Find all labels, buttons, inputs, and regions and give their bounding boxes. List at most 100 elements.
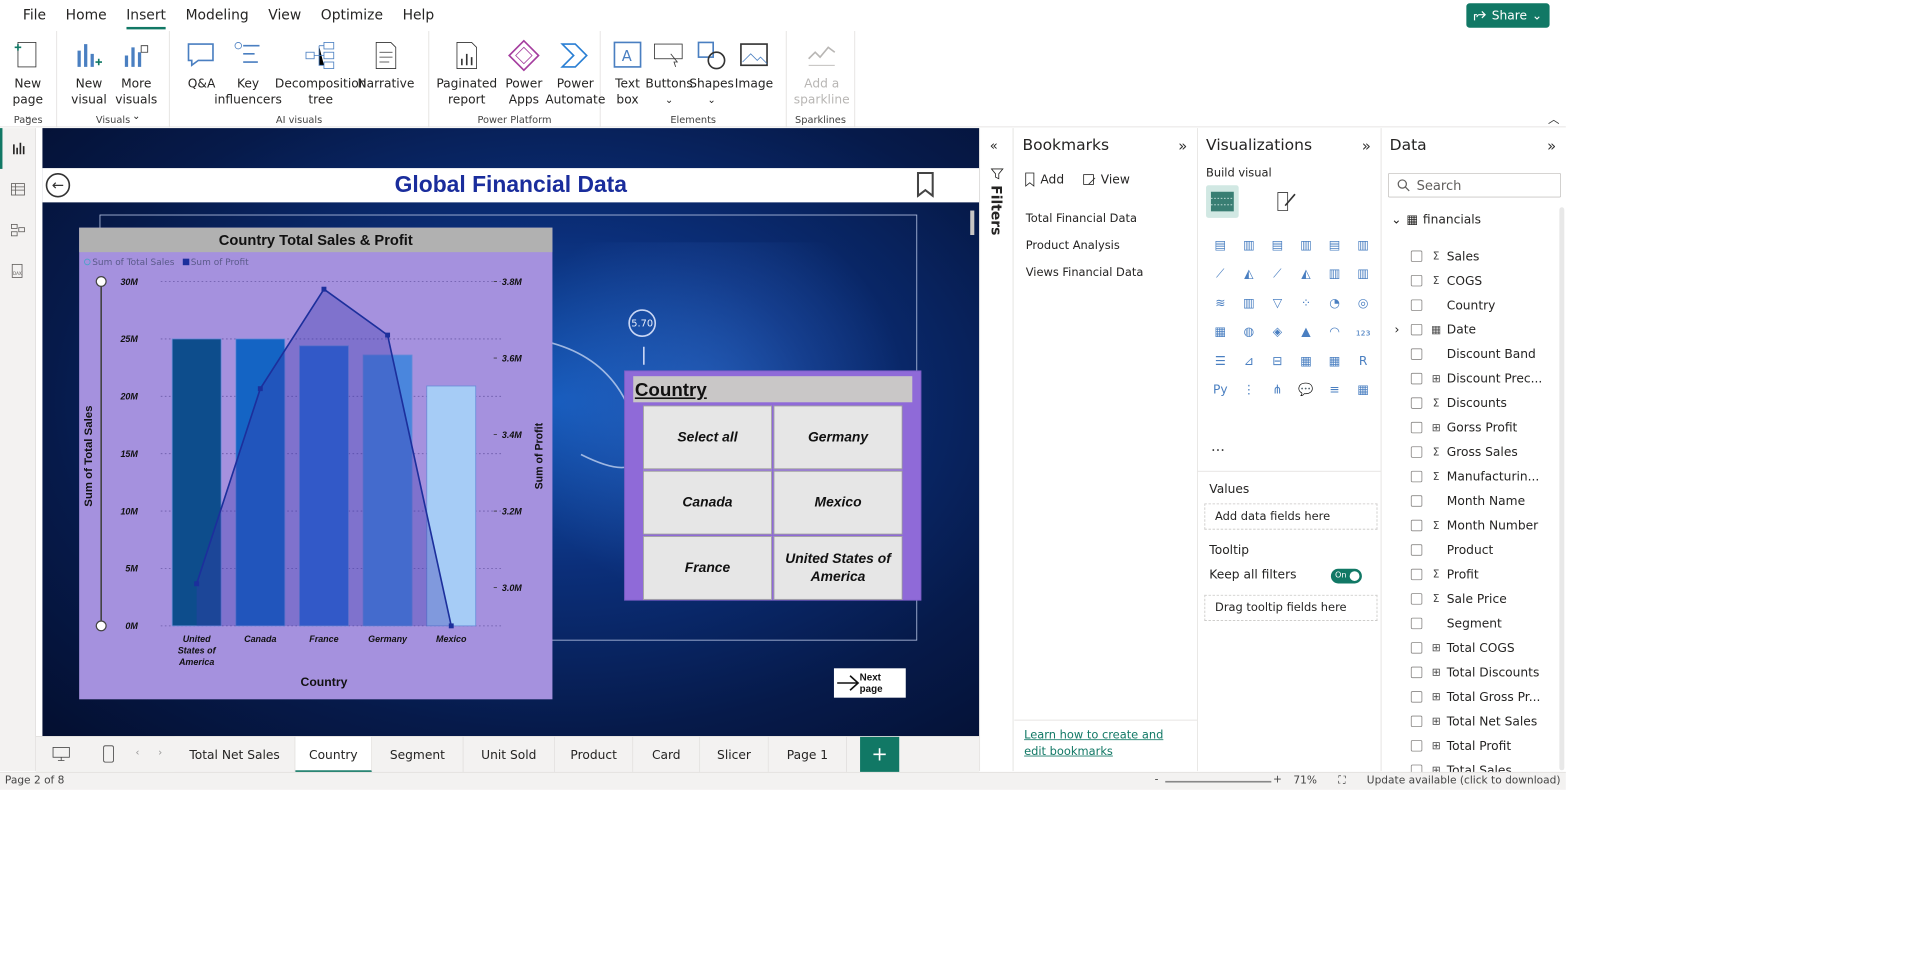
add-page-button[interactable]: + — [860, 736, 900, 773]
donut-visual-icon[interactable]: ◎ — [1349, 288, 1378, 317]
field-total-discounts[interactable]: ⊞ Total Discounts — [1395, 660, 1539, 684]
scroll-tabs-left-icon[interactable]: ‹ — [135, 747, 139, 758]
field-date[interactable]: › ▦ Date — [1395, 317, 1476, 341]
more-visuals-icon[interactable]: ··· — [1211, 442, 1225, 459]
field-month-name[interactable]: Month Name — [1395, 489, 1525, 513]
page-tab-product[interactable]: Product — [554, 736, 634, 773]
paginated-visual-icon[interactable]: ▦ — [1349, 375, 1378, 404]
table-visual-icon[interactable]: ▦ — [1292, 346, 1321, 375]
page-tab-card[interactable]: Card — [633, 736, 701, 773]
field-checkbox[interactable] — [1410, 323, 1423, 336]
kpi-visual-icon[interactable]: ⊿ — [1235, 346, 1264, 375]
line-stacked-column-visual-icon[interactable]: ▥ — [1320, 259, 1349, 288]
format-visual-tab[interactable] — [1270, 185, 1303, 218]
field-checkbox[interactable] — [1410, 519, 1423, 532]
python-visual-icon[interactable]: Py — [1206, 375, 1235, 404]
field-discounts[interactable]: Σ Discounts — [1395, 391, 1507, 415]
power-apps-button[interactable]: Power Apps — [499, 39, 548, 108]
clustered-bar-visual-icon[interactable]: ▤ — [1263, 230, 1292, 259]
field-total-gross-pr[interactable]: ⊞ Total Gross Pr... — [1395, 685, 1540, 709]
combo-chart[interactable]: Country Total Sales & Profit Sum of Tota… — [79, 227, 553, 700]
field-checkbox[interactable] — [1410, 470, 1423, 483]
slicer-visual-icon[interactable]: ⊟ — [1263, 346, 1292, 375]
ribbon-visual-icon[interactable]: ≋ — [1206, 288, 1235, 317]
field-checkbox[interactable] — [1410, 397, 1423, 409]
narrative-button[interactable]: Narrative — [357, 39, 414, 91]
field-discount-band[interactable]: Discount Band — [1395, 342, 1536, 366]
view-bookmarks-button[interactable]: View — [1083, 172, 1130, 187]
dax-query-view-icon[interactable]: DAX — [0, 251, 36, 292]
menu-view[interactable]: View — [258, 0, 311, 31]
scatter-visual-icon[interactable]: ⁘ — [1292, 288, 1321, 317]
next-page-button[interactable]: Next page — [833, 668, 906, 698]
gauge-visual-icon[interactable]: ◠ — [1320, 317, 1349, 346]
bookmark-icon[interactable] — [916, 171, 934, 198]
treemap-visual-icon[interactable]: ▦ — [1206, 317, 1235, 346]
decomposition-tree-button[interactable]: Decomposition tree — [275, 39, 366, 108]
field-checkbox[interactable] — [1410, 544, 1423, 556]
field-segment[interactable]: Segment — [1395, 611, 1502, 635]
build-visual-tab[interactable] — [1206, 185, 1239, 218]
field-checkbox[interactable] — [1410, 740, 1423, 752]
buttons-button[interactable]: Buttons ⌄ — [645, 39, 693, 108]
field-total-cogs[interactable]: ⊞ Total COGS — [1395, 636, 1515, 660]
zoom-out-icon[interactable]: - — [1155, 774, 1159, 786]
clustered-column-visual-icon[interactable]: ▥ — [1292, 230, 1321, 259]
collapse-visualizations-icon[interactable]: » — [1362, 138, 1371, 155]
field-gross-sales[interactable]: Σ Gross Sales — [1395, 440, 1518, 464]
field-total-profit[interactable]: ⊞ Total Profit — [1395, 734, 1511, 758]
waterfall-visual-icon[interactable]: ▥ — [1235, 288, 1264, 317]
field-checkbox[interactable] — [1410, 691, 1423, 703]
key-influencers-visual-icon[interactable]: ⋮ — [1235, 375, 1264, 404]
menu-modeling[interactable]: Modeling — [176, 0, 259, 31]
stacked-column-visual-icon[interactable]: ▥ — [1235, 230, 1264, 259]
report-canvas[interactable]: ← Global Financial Data 5.70 Country Tot… — [42, 128, 980, 737]
field-profit[interactable]: Σ Profit — [1395, 562, 1479, 586]
stacked-area-visual-icon[interactable]: ⟋ — [1263, 259, 1292, 288]
zoom-slider[interactable] — [1165, 780, 1272, 783]
power-automate-button[interactable]: Power Automate — [545, 39, 605, 108]
smart-narrative-visual-icon[interactable]: ≡ — [1320, 375, 1349, 404]
expand-filters-icon[interactable]: « — [990, 138, 998, 154]
field-checkbox[interactable] — [1410, 593, 1423, 605]
field-checkbox[interactable] — [1410, 666, 1423, 679]
field-checkbox[interactable] — [1410, 250, 1423, 262]
filled-map-visual-icon[interactable]: ◈ — [1263, 317, 1292, 346]
field-checkbox[interactable] — [1410, 348, 1423, 360]
field-total-net-sales[interactable]: ⊞ Total Net Sales — [1395, 709, 1537, 733]
filters-pane[interactable]: « Filters — [979, 128, 1014, 772]
page-tab-segment[interactable]: Segment — [372, 736, 464, 773]
100-stacked-area-visual-icon[interactable]: ◭ — [1292, 259, 1321, 288]
field-product[interactable]: Product — [1395, 538, 1493, 562]
collapse-ribbon-icon[interactable]: ︿ — [1548, 111, 1559, 127]
menu-help[interactable]: Help — [393, 0, 444, 31]
collapse-bookmarks-icon[interactable]: » — [1178, 138, 1187, 155]
100-stacked-column-visual-icon[interactable]: ▥ — [1349, 230, 1378, 259]
field-checkbox[interactable] — [1410, 421, 1423, 434]
field-country[interactable]: Country — [1395, 293, 1495, 317]
page-tab-unit-sold[interactable]: Unit Sold — [463, 736, 555, 773]
desktop-layout-icon[interactable] — [52, 747, 70, 765]
table-financials[interactable]: ⌄ ▦ financials — [1391, 207, 1481, 231]
new-visual-button[interactable]: New visual — [65, 39, 112, 108]
azure-map-visual-icon[interactable]: ▲ — [1292, 317, 1321, 346]
values-drop-field[interactable]: Add data fields here — [1204, 503, 1378, 530]
chevron-right-icon[interactable]: › — [1395, 322, 1405, 337]
slicer-option-canada[interactable]: Canada — [643, 470, 772, 535]
area-visual-icon[interactable]: ◭ — [1235, 259, 1264, 288]
update-available-link[interactable]: Update available (click to download) — [1367, 774, 1561, 786]
menu-optimize[interactable]: Optimize — [311, 0, 393, 31]
bookmark-item-views-financial-data[interactable]: Views Financial Data — [1026, 266, 1144, 279]
page-tab-page-1[interactable]: Page 1 — [768, 736, 848, 773]
field-manufacturin[interactable]: Σ Manufacturin... — [1395, 464, 1539, 488]
map-visual-icon[interactable]: ◍ — [1235, 317, 1264, 346]
image-button[interactable]: Image — [733, 39, 775, 91]
model-view-icon[interactable] — [0, 210, 36, 251]
field-cogs[interactable]: Σ COGS — [1395, 268, 1482, 292]
key-influencers-button[interactable]: Key influencers — [214, 39, 282, 108]
field-checkbox[interactable] — [1410, 446, 1423, 458]
keep-filters-toggle[interactable]: On — [1330, 568, 1362, 584]
share-button[interactable]: Share ⌄ — [1466, 3, 1550, 28]
bookmarks-help-link[interactable]: Learn how to create and edit bookmarks — [1024, 727, 1187, 760]
shapes-button[interactable]: Shapes ⌄ — [689, 39, 734, 108]
